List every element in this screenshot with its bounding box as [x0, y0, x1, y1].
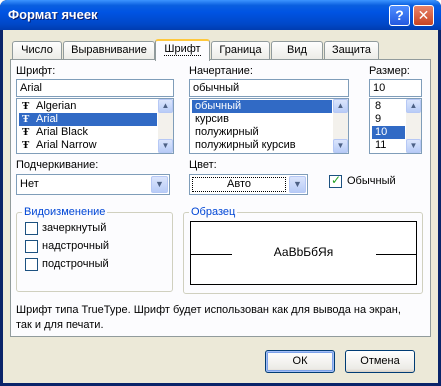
scroll-up-icon[interactable]: ▲: [333, 99, 348, 113]
tab-alignment[interactable]: Выравнивание: [63, 41, 155, 60]
scroll-up-icon[interactable]: ▲: [158, 99, 173, 113]
truetype-icon: Ŧ: [22, 100, 30, 112]
style-list-item-selected[interactable]: обычный: [192, 100, 332, 113]
scroll-down-icon[interactable]: ▼: [333, 139, 348, 153]
subscript-label[interactable]: подстрочный: [42, 258, 109, 270]
font-size-input[interactable]: 10: [369, 79, 422, 97]
close-button[interactable]: ✕: [413, 5, 434, 26]
scroll-down-icon[interactable]: ▼: [158, 139, 173, 153]
font-list-item-selected[interactable]: Ŧ Arial: [19, 113, 157, 126]
title-bar[interactable]: Формат ячеек ? ✕: [0, 0, 441, 30]
size-list-scrollbar[interactable]: ▲ ▼: [406, 99, 421, 153]
preview-group-title: Образец: [189, 206, 238, 218]
preview-box: АаВbБбЯя: [190, 221, 417, 285]
dialog-title: Формат ячеек: [8, 7, 98, 22]
font-name-input[interactable]: Arial: [16, 79, 174, 97]
normal-font-label[interactable]: Обычный: [347, 175, 396, 187]
size-list-item[interactable]: 11: [372, 139, 405, 152]
format-cells-dialog: Формат ячеек ? ✕ Число Выравнивание Шриф…: [0, 0, 441, 386]
strikethrough-label[interactable]: зачеркнутый: [42, 222, 106, 234]
normal-font-checkbox[interactable]: [329, 173, 342, 188]
truetype-icon: Ŧ: [22, 113, 30, 125]
size-list-item[interactable]: 9: [372, 113, 405, 126]
truetype-icon: Ŧ: [22, 126, 30, 138]
font-style-input[interactable]: обычный: [189, 79, 349, 97]
style-list-item[interactable]: полужирный курсив: [192, 139, 332, 152]
superscript-label[interactable]: надстрочный: [42, 240, 109, 252]
tab-protection[interactable]: Защита: [324, 41, 379, 60]
preview-text: АаВbБбЯя: [273, 245, 334, 259]
color-value: Авто: [192, 177, 286, 192]
tab-border[interactable]: Граница: [211, 41, 270, 60]
chevron-down-icon[interactable]: ▼: [289, 176, 306, 193]
underline-value: Нет: [20, 178, 39, 190]
tab-number[interactable]: Число: [12, 41, 62, 60]
truetype-icon: Ŧ: [22, 139, 30, 151]
font-list-item[interactable]: Ŧ Algerian: [19, 100, 157, 113]
font-tab-panel: Шрифт: Arial Ŧ Algerian Ŧ Arial Ŧ Arial Bla…: [10, 59, 431, 337]
font-size-list[interactable]: 8 9 10 11 ▲ ▼: [369, 98, 422, 154]
font-style-list[interactable]: обычный курсив полужирный полужирный кур…: [189, 98, 349, 154]
strikethrough-checkbox[interactable]: [25, 222, 38, 235]
style-label: Начертание:: [189, 65, 253, 77]
ok-button[interactable]: ОК: [265, 350, 335, 373]
font-list-item[interactable]: Ŧ Arial Black: [19, 126, 157, 139]
color-label: Цвет:: [189, 159, 217, 171]
font-list-scrollbar[interactable]: ▲ ▼: [158, 99, 173, 153]
tab-font[interactable]: Шрифт: [155, 39, 210, 61]
underline-select[interactable]: Нет ▼: [16, 174, 170, 195]
preview-group: Образец АаВbБбЯя: [183, 206, 423, 294]
preview-baseline-right: [376, 254, 416, 255]
size-label: Размер:: [369, 65, 410, 77]
cancel-button[interactable]: Отмена: [345, 350, 415, 373]
font-list[interactable]: Ŧ Algerian Ŧ Arial Ŧ Arial Black Ŧ Arial Nar…: [16, 98, 174, 154]
help-button[interactable]: ?: [389, 5, 410, 26]
dialog-client: Число Выравнивание Шрифт Граница Вид Защ…: [3, 30, 438, 383]
color-select[interactable]: Авто ▼: [189, 174, 308, 195]
font-list-item[interactable]: Ŧ Arial Narrow: [19, 139, 157, 152]
font-label: Шрифт:: [16, 65, 56, 77]
scroll-up-icon[interactable]: ▲: [406, 99, 421, 113]
tab-patterns[interactable]: Вид: [271, 41, 323, 60]
underline-label: Подчеркивание:: [16, 159, 99, 171]
chevron-down-icon[interactable]: ▼: [151, 176, 168, 193]
style-list-item[interactable]: полужирный: [192, 126, 332, 139]
font-description: Шрифт типа TrueType. Шрифт будет использ…: [16, 304, 401, 331]
size-list-item[interactable]: 8: [372, 100, 405, 113]
subscript-checkbox[interactable]: [25, 258, 38, 271]
effects-group: Видоизменение зачеркнутый надстрочный по…: [16, 206, 173, 292]
effects-group-title: Видоизменение: [22, 206, 108, 218]
size-list-item-selected[interactable]: 10: [372, 126, 405, 139]
superscript-checkbox[interactable]: [25, 240, 38, 253]
style-list-item[interactable]: курсив: [192, 113, 332, 126]
scroll-down-icon[interactable]: ▼: [406, 139, 421, 153]
style-list-scrollbar[interactable]: ▲ ▼: [333, 99, 348, 153]
